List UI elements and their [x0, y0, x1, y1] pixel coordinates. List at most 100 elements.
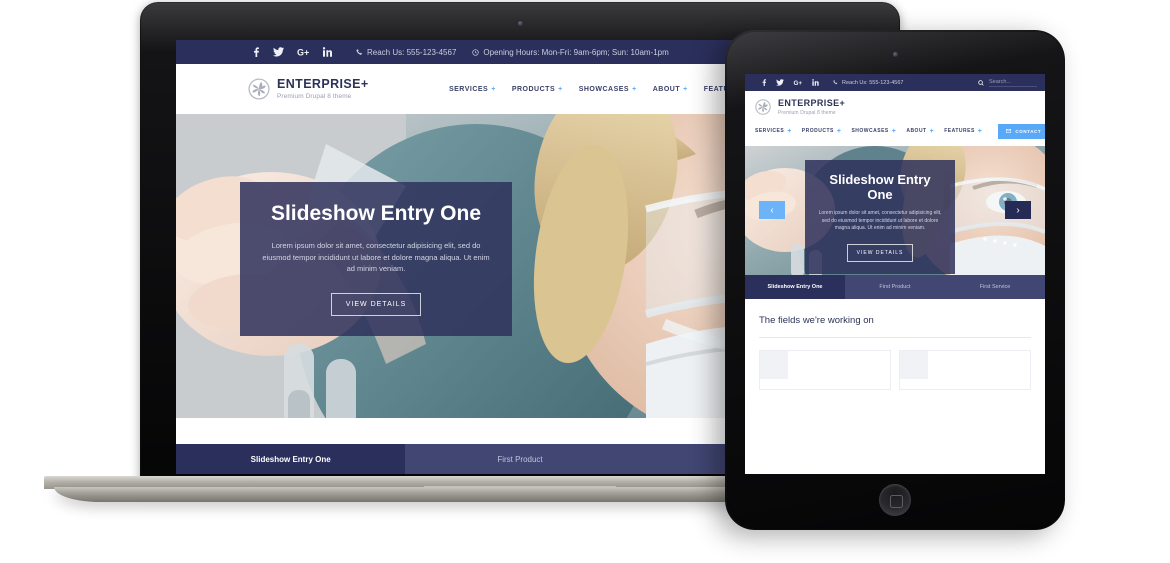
social-links: G+ [761, 79, 819, 86]
phone-text: Reach Us: 555-123-4567 [842, 79, 904, 86]
tablet-device: G+ Reach Us: 555-123-4567 Search... ENTE… [725, 30, 1065, 530]
svg-text:G+: G+ [793, 80, 802, 86]
chevron-plus-icon: + [558, 85, 563, 93]
twitter-icon[interactable] [273, 47, 284, 57]
phone-info: Reach Us: 555-123-4567 [833, 80, 903, 86]
hero-slideshow: Slideshow Entry One Lorem ipsum dolor si… [745, 145, 1045, 275]
chevron-plus-icon: + [891, 127, 897, 135]
device-mockup-scene: G+ Reach Us: 555-123-4567 Opening Hours:… [0, 0, 1170, 563]
slideshow-prev-arrow[interactable]: ‹ [759, 201, 785, 220]
nav-label: PRODUCTS [801, 128, 834, 135]
nav-item-products[interactable]: PRODUCTS + [512, 86, 563, 93]
field-card[interactable] [899, 349, 1031, 390]
hero-caption-card: Slideshow Entry One Lorem ipsum dolor si… [805, 159, 955, 275]
slideshow-tab-bar: Slideshow Entry One First Product First … [745, 274, 1045, 299]
search-input[interactable]: Search... [989, 79, 1037, 87]
fields-heading: The fields we're working on [759, 314, 874, 326]
hours-info: Opening Hours: Mon-Fri: 9am-6pm; Sun: 10… [472, 47, 669, 57]
hero-view-details-button[interactable]: VIEW DETAILS [846, 244, 914, 263]
website-tablet-view: G+ Reach Us: 555-123-4567 Search... ENTE… [745, 74, 1045, 474]
chevron-plus-icon: + [632, 85, 637, 93]
brand-logo[interactable]: ENTERPRISE+ Premium Drupal 8 theme [755, 98, 1035, 116]
nav-item-services[interactable]: SERVICES + [755, 128, 792, 135]
google-plus-icon[interactable]: G+ [297, 47, 310, 58]
contact-info-group: Reach Us: 555-123-4567 [833, 80, 903, 86]
chevron-plus-icon: + [836, 127, 842, 135]
phone-text: Reach Us: 555-123-4567 [367, 47, 457, 57]
brand-name: ENTERPRISE+ [778, 98, 846, 108]
pinwheel-logo-icon [755, 99, 771, 116]
pinwheel-logo-icon [248, 78, 270, 100]
contact-button-label: CONTACT [1015, 128, 1042, 134]
social-links: G+ [252, 47, 332, 57]
nav-item-services[interactable]: SERVICES + [449, 86, 496, 93]
divider [759, 336, 1031, 338]
tab-label: Slideshow Entry One [767, 283, 823, 290]
nav-label: ABOUT [652, 85, 681, 93]
tab-first-product[interactable]: First Product [845, 275, 945, 299]
tab-first-product[interactable]: First Product [405, 444, 634, 474]
site-header: ENTERPRISE+ Premium Drupal 8 theme SERVI… [745, 91, 1045, 146]
chevron-plus-icon: + [929, 127, 935, 135]
laptop-webcam-icon [517, 21, 523, 26]
tab-first-service[interactable]: First Service [945, 275, 1045, 299]
tab-label: First Product [497, 454, 543, 464]
contact-info-group: Reach Us: 555-123-4567 Opening Hours: Mo… [356, 48, 669, 57]
nav-item-about[interactable]: ABOUT + [906, 128, 934, 135]
hero-description: Lorem ipsum dolor sit amet, consectetur … [262, 241, 490, 274]
nav-item-products[interactable]: PRODUCTS + [802, 128, 842, 135]
brand-tagline: Premium Drupal 8 theme [778, 109, 836, 116]
google-plus-icon[interactable]: G+ [793, 79, 803, 86]
tab-slideshow-entry-one[interactable]: Slideshow Entry One [745, 274, 845, 299]
hero-title: Slideshow Entry One [829, 171, 931, 202]
tab-slideshow-entry-one[interactable]: Slideshow Entry One [176, 444, 406, 474]
nav-item-showcases[interactable]: SHOWCASES + [579, 86, 637, 93]
hero-title: Slideshow Entry One [270, 202, 482, 225]
tab-label: Slideshow Entry One [250, 454, 331, 464]
brand-logo[interactable]: ENTERPRISE+ Premium Drupal 8 theme [248, 77, 369, 100]
search-icon [978, 79, 984, 86]
facebook-icon[interactable] [252, 47, 260, 57]
tablet-home-button[interactable] [879, 484, 911, 516]
tablet-screen: G+ Reach Us: 555-123-4567 Search... ENTE… [745, 74, 1045, 474]
tab-label: First Service [979, 283, 1011, 290]
nav-item-features[interactable]: FEATURES + [944, 128, 982, 135]
chevron-plus-icon: + [787, 127, 792, 135]
fields-card-list [759, 349, 1031, 390]
clock-icon [472, 48, 480, 56]
chevron-plus-icon: + [491, 85, 496, 93]
tab-label: First Product [879, 283, 911, 290]
contact-button[interactable]: CONTACT [998, 123, 1045, 139]
svg-text:G+: G+ [297, 48, 309, 58]
nav-label: PRODUCTS [511, 85, 556, 93]
top-utility-bar: G+ Reach Us: 555-123-4567 [745, 74, 1045, 91]
linkedin-icon[interactable] [323, 47, 332, 57]
hero-description: Lorem ipsum dolor sit amet, consectetur … [818, 209, 942, 232]
nav-item-about[interactable]: ABOUT + [653, 86, 688, 93]
brand-text: ENTERPRISE+ Premium Drupal 8 theme [778, 98, 846, 116]
brand-tagline: Premium Drupal 8 theme [277, 92, 352, 100]
nav-label: ABOUT [906, 128, 927, 135]
field-card[interactable] [759, 349, 891, 390]
hero-view-details-button[interactable]: VIEW DETAILS [330, 292, 422, 316]
phone-icon [833, 80, 838, 85]
facebook-icon[interactable] [761, 79, 767, 86]
nav-label: SHOWCASES [851, 128, 889, 135]
nav-label: SHOWCASES [578, 85, 630, 93]
phone-info: Reach Us: 555-123-4567 [356, 48, 456, 57]
fields-section: The fields we're working on [745, 298, 1045, 390]
linkedin-icon[interactable] [812, 79, 819, 86]
main-navigation: SERVICES + PRODUCTS + SHOWCASES + ABOUT … [755, 123, 1045, 139]
hours-text: Opening Hours: Mon-Fri: 9am-6pm; Sun: 10… [483, 47, 669, 57]
envelope-icon [1006, 129, 1012, 134]
nav-label: SERVICES [755, 128, 785, 135]
twitter-icon[interactable] [776, 79, 784, 86]
slideshow-next-arrow[interactable]: › [1005, 201, 1031, 220]
brand-name: ENTERPRISE+ [277, 77, 369, 92]
nav-label: FEATURES [944, 128, 975, 135]
search-area[interactable]: Search... [978, 79, 1037, 87]
tablet-camera-icon [892, 52, 898, 57]
chevron-plus-icon: + [683, 85, 688, 93]
brand-text: ENTERPRISE+ Premium Drupal 8 theme [277, 77, 369, 100]
nav-item-showcases[interactable]: SHOWCASES + [851, 128, 896, 135]
